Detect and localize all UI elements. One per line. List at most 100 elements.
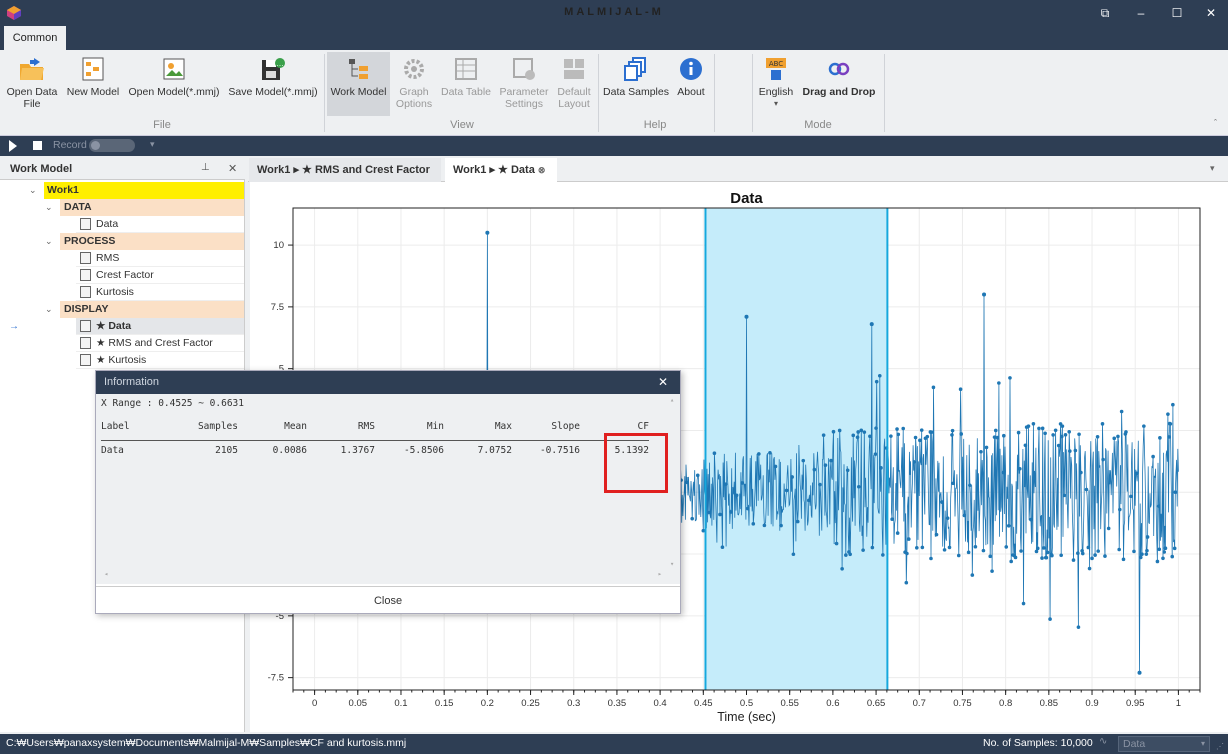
vertical-scrollbar[interactable]: ▴ ▾ [668, 396, 678, 568]
y-tick-label: -7.5 [268, 673, 284, 684]
data-point [995, 435, 1000, 440]
tree-item[interactable]: RMS [76, 250, 244, 267]
data-point [895, 427, 899, 431]
data-point [1051, 433, 1055, 437]
record-toggle[interactable] [89, 139, 135, 152]
data-point [918, 438, 922, 443]
data-table-button[interactable]: Data Table [440, 52, 492, 116]
tree-root-work1[interactable]: Work1 [44, 182, 244, 199]
data-point [1063, 432, 1068, 437]
x-tick-label: 0.9 [1085, 698, 1098, 709]
restore-layout-icon[interactable]: ⧉ [1090, 3, 1120, 23]
pin-icon[interactable]: ⊥ [201, 162, 210, 173]
x-tick-label: 1 [1176, 698, 1181, 709]
parameter-settings-button[interactable]: Parameter Settings [496, 52, 552, 116]
tree-category[interactable]: PROCESS [60, 233, 244, 250]
document-icon [80, 218, 91, 230]
open-data-file-button[interactable]: Open Data File [4, 52, 60, 116]
new-model-button[interactable]: New Model [64, 52, 122, 116]
dialog-close-button[interactable]: Close [96, 586, 680, 614]
tree-item[interactable]: Crest Factor [76, 267, 244, 284]
default-layout-button[interactable]: Default Layout [554, 52, 594, 116]
chart-title: Data [730, 190, 763, 207]
drag-drop-icon [828, 62, 850, 76]
language-button[interactable]: ABC English ▾ [756, 52, 796, 116]
about-button[interactable]: About [672, 52, 710, 116]
data-point [856, 484, 861, 489]
save-model-button[interactable]: … Save Model(*.mmj) [226, 52, 320, 116]
x-range-text: X Range : 0.4525 ~ 0.6631 [101, 398, 244, 409]
data-point [1093, 553, 1097, 557]
column-header: Label [101, 421, 130, 432]
doc-tab-data[interactable]: Work1 ▸ ★ Data ⊗ [445, 158, 557, 182]
data-point [947, 545, 952, 550]
data-point [812, 467, 817, 472]
close-tab-icon[interactable]: ⊗ [538, 165, 546, 175]
data-point [1035, 546, 1040, 551]
data-point [1045, 550, 1050, 555]
chevron-down-icon: ▾ [1200, 739, 1205, 748]
open-model-button[interactable]: Open Model(*.mmj) [126, 52, 222, 116]
close-window-button[interactable]: ✕ [1196, 3, 1226, 23]
stop-icon[interactable] [33, 141, 42, 150]
data-point [870, 545, 875, 550]
collapse-ribbon-icon[interactable]: ˆ [1214, 118, 1217, 128]
tree-item[interactable]: ★ Kurtosis [76, 352, 244, 369]
minimize-button[interactable]: – [1126, 3, 1156, 23]
ribbon-separator [598, 54, 599, 132]
maximize-button[interactable]: ☐ [1162, 3, 1192, 23]
data-point [1077, 432, 1081, 437]
tree-item[interactable]: ★ Data [76, 318, 244, 335]
expand-chevron-icon[interactable]: ⌄ [45, 301, 53, 318]
data-point [1121, 557, 1126, 562]
tree-category[interactable]: DATA [60, 199, 244, 216]
record-options-chevron-icon[interactable]: ▾ [150, 139, 155, 150]
data-point [855, 435, 860, 440]
data-point [1132, 549, 1136, 554]
doc-tab-rms-crest[interactable]: Work1 ▸ ★ RMS and Crest Factor [249, 158, 441, 182]
work-model-button[interactable]: Work Model [327, 52, 390, 116]
group-label-file: File [153, 119, 171, 131]
expand-chevron-icon[interactable]: ⌄ [29, 182, 37, 199]
tree-item[interactable]: Kurtosis [76, 284, 244, 301]
data-point [966, 550, 971, 555]
column-header: Samples [197, 421, 238, 432]
column-header: Mean [284, 421, 307, 432]
horizontal-scrollbar[interactable]: ◂ ▸ [100, 570, 666, 580]
chart-icon [80, 337, 91, 349]
data-point [956, 553, 961, 558]
ribbon-tab-common[interactable]: Common [4, 26, 66, 50]
data-point [851, 433, 856, 438]
calculator-icon [80, 252, 91, 264]
data-point [1060, 424, 1065, 428]
data-point [791, 552, 796, 557]
play-icon[interactable] [9, 140, 17, 152]
data-point [1162, 550, 1167, 554]
data-point [1106, 526, 1111, 531]
data-samples-button[interactable]: Data Samples [602, 52, 670, 116]
graph-options-button[interactable]: Graph Options [392, 52, 436, 116]
data-point [958, 387, 963, 392]
resize-grip-icon[interactable]: ⋰ [1216, 742, 1224, 751]
selection-region[interactable] [705, 208, 888, 690]
expand-chevron-icon[interactable]: ⌄ [45, 233, 53, 250]
data-point [1142, 424, 1146, 428]
tree-item[interactable]: ★ RMS and Crest Factor [76, 335, 244, 352]
data-point [979, 449, 983, 454]
data-point [1080, 551, 1085, 556]
data-point [1134, 471, 1139, 476]
tree-item[interactable]: Data [76, 216, 244, 233]
open-data-file-label: Open Data File [6, 86, 58, 110]
tree-category[interactable]: DISPLAY [60, 301, 244, 318]
series-selector[interactable]: Data ▾ [1118, 736, 1210, 752]
expand-chevron-icon[interactable]: ⌄ [45, 199, 53, 216]
close-panel-icon[interactable]: ✕ [228, 162, 237, 175]
current-item-arrow-icon: → [9, 321, 19, 332]
x-tick-label: 0 [312, 698, 317, 709]
data-point [1170, 554, 1175, 559]
data-point [950, 428, 955, 433]
drag-and-drop-button[interactable]: Drag and Drop [798, 52, 880, 116]
gear-icon [404, 59, 424, 79]
tab-list-chevron-icon[interactable]: ▾ [1210, 163, 1215, 174]
dialog-close-icon[interactable]: ✕ [658, 375, 668, 389]
